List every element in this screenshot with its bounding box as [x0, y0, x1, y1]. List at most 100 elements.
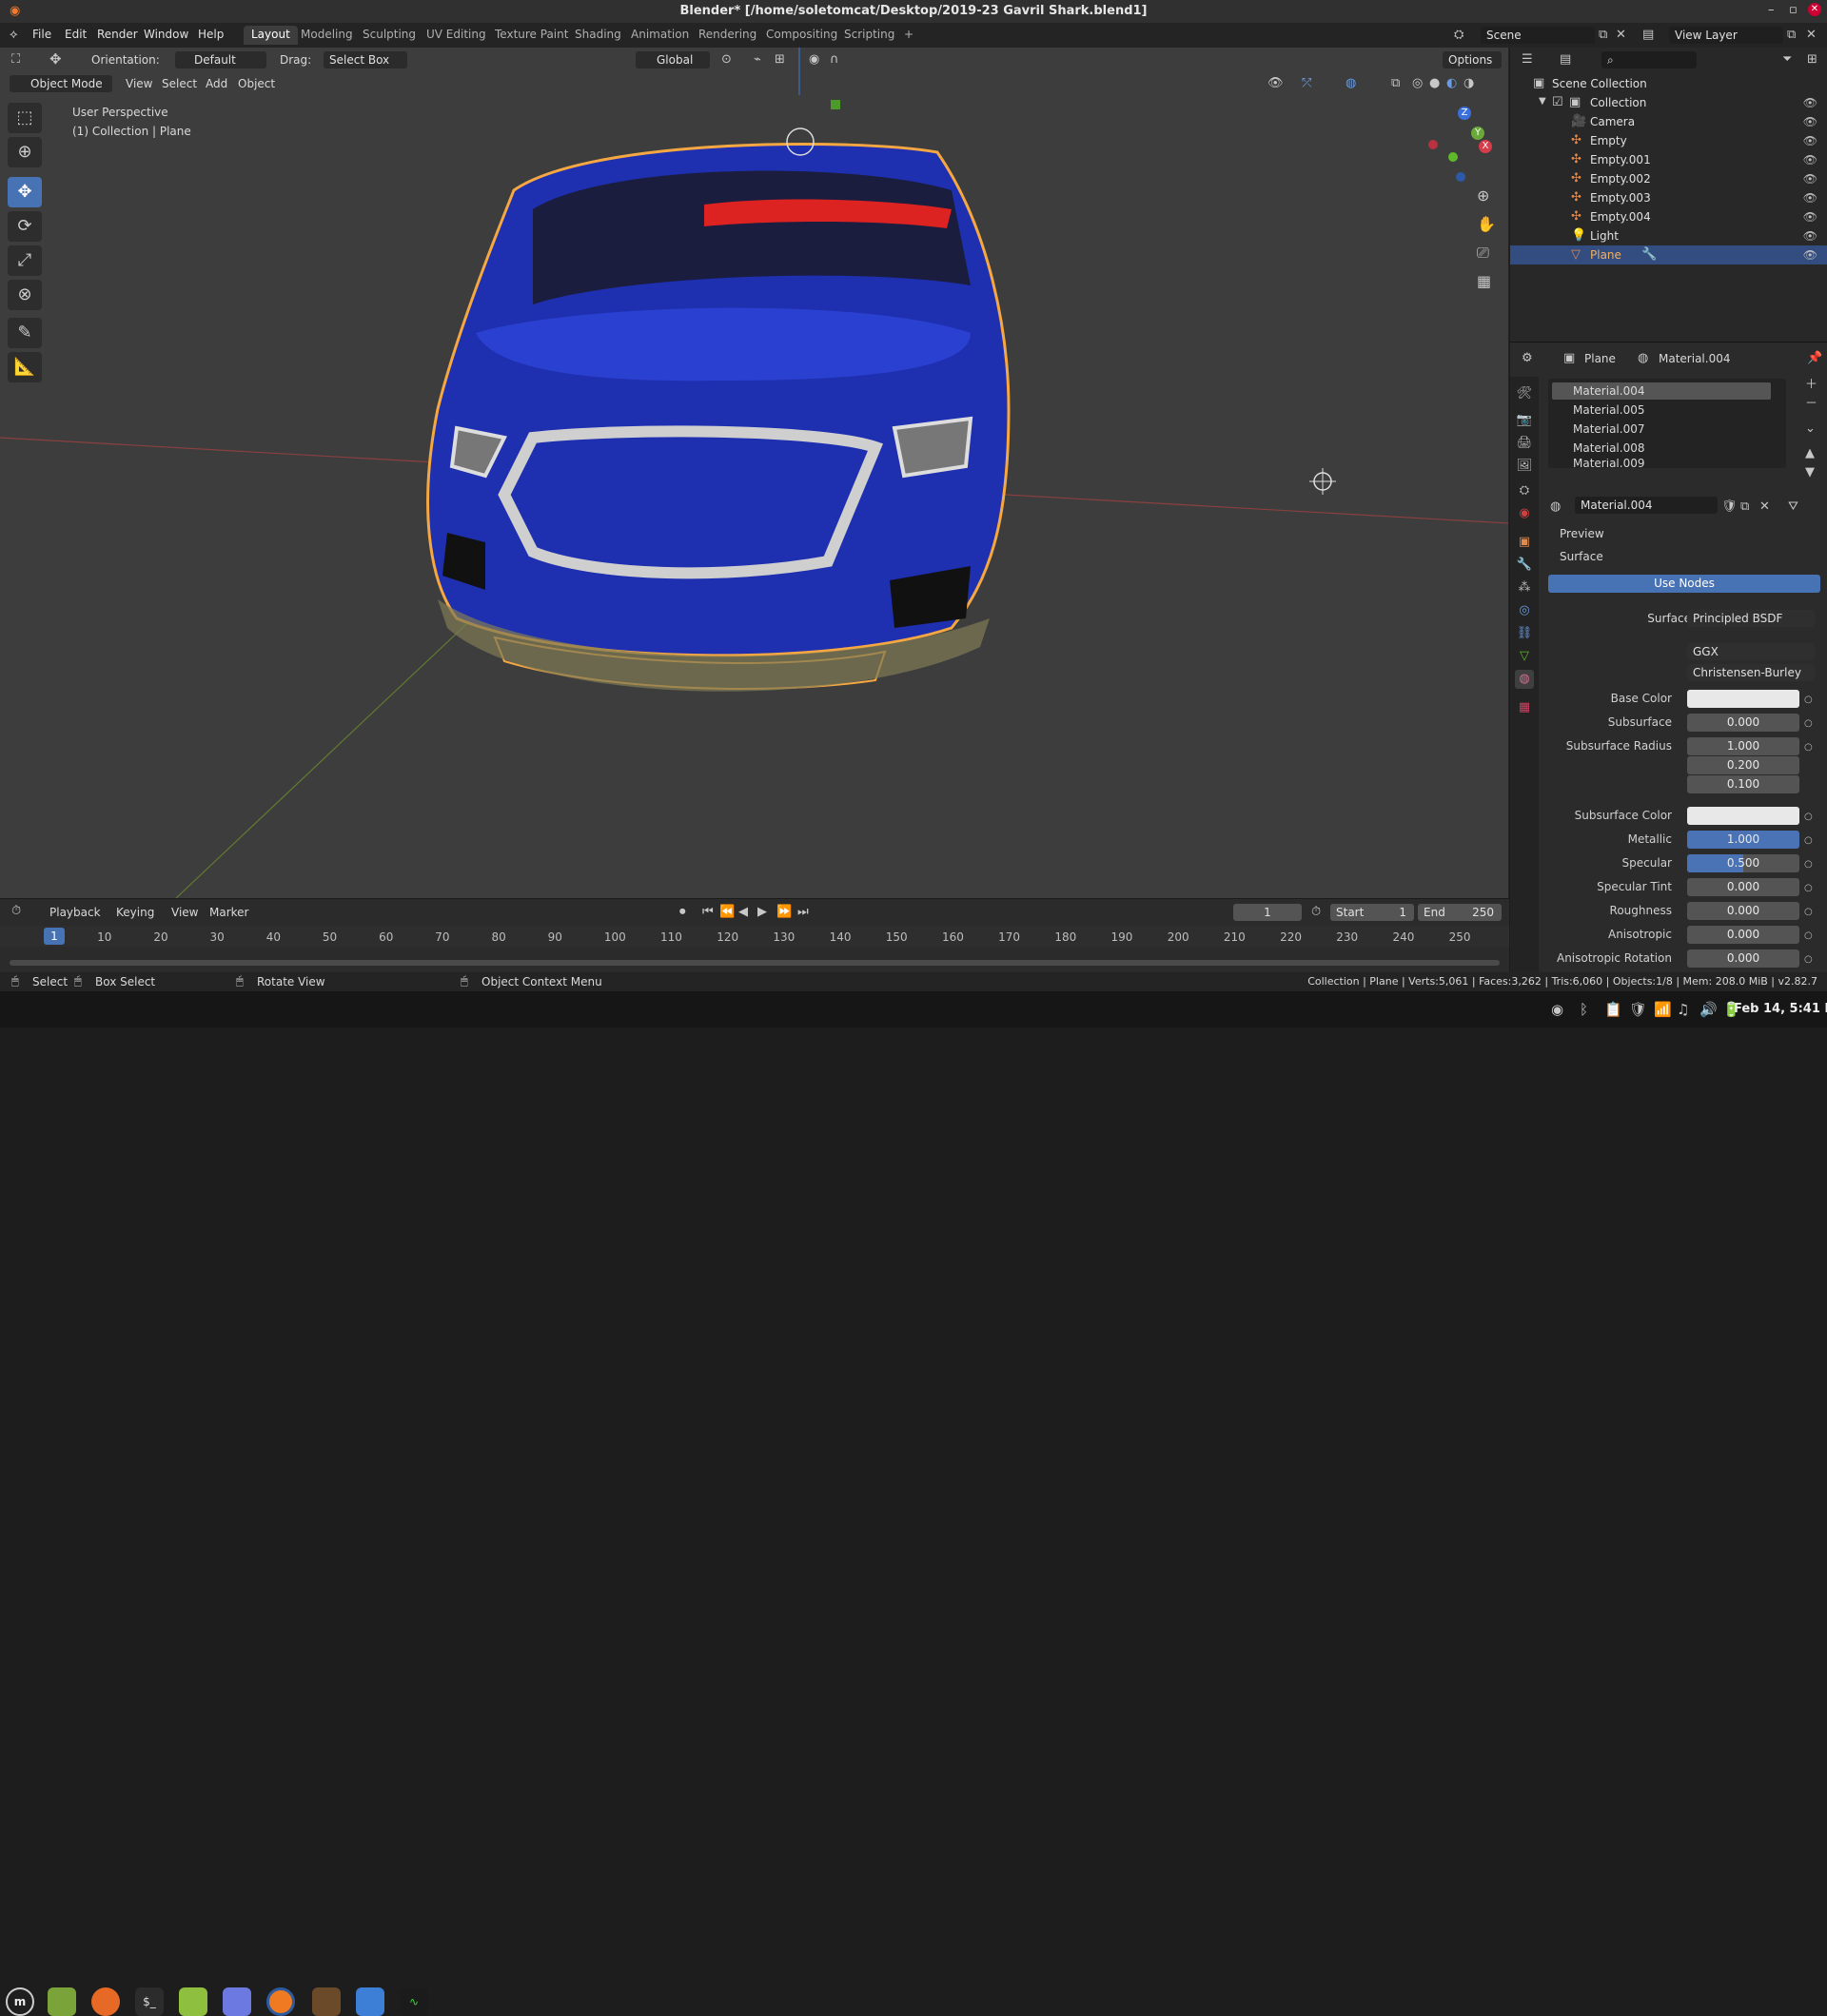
menu-file[interactable]: File	[32, 28, 51, 41]
specular-tint-field[interactable]: 0.000	[1687, 878, 1799, 896]
anisotropic-field[interactable]: 0.000	[1687, 926, 1799, 944]
socket-icon[interactable]: ○	[1804, 742, 1813, 753]
options-dropdown[interactable]: Options	[1443, 51, 1502, 69]
object-mode-dropdown[interactable]: Object Mode	[10, 75, 112, 92]
surface-shader-dropdown[interactable]: Principled BSDF	[1687, 610, 1815, 627]
cursor-tool-icon[interactable]: ⊕	[8, 137, 42, 167]
checkbox-icon[interactable]: ☑	[1552, 96, 1563, 108]
snap-target-icon[interactable]: ⊞	[775, 53, 785, 66]
proportional-edit-icon[interactable]: ◉	[809, 53, 819, 66]
menu-window[interactable]: Window	[144, 28, 188, 41]
browse-material-icon[interactable]: ◍	[1550, 500, 1561, 513]
output-tab-icon[interactable]: 🖨	[1515, 434, 1534, 453]
play-reverse-icon[interactable]: ◀	[738, 906, 748, 918]
view-layer-icon[interactable]: ▤	[1642, 29, 1654, 41]
transform-orientation-dropdown[interactable]: Global	[636, 51, 710, 69]
material-name-field[interactable]: Material.004	[1575, 497, 1718, 514]
preview-panel-header[interactable]: Preview	[1560, 527, 1604, 540]
link-dropdown-icon[interactable]: ⛛	[1788, 500, 1798, 513]
xray-icon[interactable]: ⧉	[1391, 77, 1400, 89]
clock-icon[interactable]: ⏱	[1311, 906, 1321, 918]
delete-view-layer-icon[interactable]: ✕	[1806, 29, 1817, 41]
wifi-icon[interactable]: 📶	[1654, 1003, 1672, 1017]
eye-icon[interactable]: 👁	[1803, 191, 1817, 205]
subsurface-radius-z-field[interactable]: 0.100	[1687, 775, 1799, 793]
constraints-tab-icon[interactable]: ⛓	[1515, 624, 1534, 643]
clipboard-icon[interactable]: 📋	[1604, 1003, 1622, 1017]
tab-layout[interactable]: Layout	[244, 26, 298, 45]
display-mode-icon[interactable]: ▤	[1560, 53, 1571, 66]
tab-sculpting[interactable]: Sculpting	[355, 26, 423, 45]
volume-icon[interactable]: 🔊	[1699, 1003, 1718, 1017]
outliner-scene-collection[interactable]: ▣ Scene Collection	[1510, 74, 1827, 93]
add-slot-icon[interactable]: ＋	[1805, 379, 1817, 391]
blender-menu-icon[interactable]: ⟡	[10, 29, 18, 41]
tab-shading[interactable]: Shading	[567, 26, 629, 45]
material-shading-icon[interactable]: ◐	[1446, 77, 1457, 89]
eye-icon[interactable]: 👁	[1803, 96, 1817, 109]
subsurface-field[interactable]: 0.000	[1687, 714, 1799, 732]
play-icon[interactable]: ▶	[757, 906, 767, 918]
outliner-item-camera[interactable]: 🎥 Camera 👁	[1510, 112, 1827, 131]
maximize-button[interactable]: ▫	[1789, 3, 1798, 17]
pivot-icon[interactable]: ⊙	[721, 53, 732, 66]
socket-icon[interactable]: ○	[1804, 930, 1813, 941]
folder-icon[interactable]	[179, 1987, 207, 2016]
move-down-icon[interactable]: ▼	[1805, 466, 1815, 479]
subsurface-method-dropdown[interactable]: Christensen-Burley	[1687, 664, 1815, 681]
gizmo-x-axis[interactable]: X	[1479, 140, 1492, 153]
menu-render[interactable]: Render	[97, 28, 138, 41]
eye-icon[interactable]: 👁	[1803, 229, 1817, 243]
outliner-collection[interactable]: ▼ ☑ ▣ Collection 👁	[1510, 93, 1827, 112]
tab-scripting[interactable]: Scripting	[836, 26, 902, 45]
bluetooth-icon[interactable]: ᛒ	[1580, 1003, 1588, 1017]
timeline-editor-icon[interactable]: ⏱	[11, 905, 21, 917]
viewport-menu-view[interactable]: View	[126, 77, 152, 90]
timeline-menu-view[interactable]: View	[171, 906, 198, 919]
outliner-item-empty-004[interactable]: ✣ Empty.004 👁	[1510, 207, 1827, 226]
blender-taskbar-icon[interactable]	[266, 1987, 295, 2016]
material-tab-icon[interactable]: ◍	[1515, 670, 1534, 689]
tab-uv-editing[interactable]: UV Editing	[419, 26, 494, 45]
delete-scene-icon[interactable]: ✕	[1616, 29, 1626, 41]
timeline-scrollbar[interactable]	[10, 960, 1500, 966]
move-up-icon[interactable]: ▲	[1805, 447, 1815, 460]
minimize-button[interactable]: –	[1768, 3, 1775, 17]
metallic-field[interactable]: 1.000	[1687, 831, 1799, 849]
material-slot[interactable]: Material.009	[1552, 459, 1771, 468]
outliner-search-input[interactable]: ⌕	[1601, 51, 1697, 69]
outliner-item-empty-003[interactable]: ✣ Empty.003 👁	[1510, 188, 1827, 207]
transform-tool-icon[interactable]: ⊗	[8, 280, 42, 310]
end-frame-field[interactable]: End 250	[1418, 904, 1502, 921]
pan-hand-icon[interactable]: ✋	[1477, 217, 1496, 232]
material-slot[interactable]: Material.005	[1552, 401, 1771, 419]
system-monitor-icon[interactable]: ∿	[400, 1987, 428, 2016]
outliner-item-light[interactable]: 💡 Light 👁	[1510, 226, 1827, 245]
socket-icon[interactable]: ○	[1804, 695, 1813, 705]
tab-compositing[interactable]: Compositing	[758, 26, 845, 45]
socket-icon[interactable]: ○	[1804, 859, 1813, 870]
use-nodes-button[interactable]: Use Nodes	[1548, 575, 1820, 593]
firefox-icon[interactable]	[91, 1987, 120, 2016]
3d-viewport[interactable]: User Perspective (1) Collection | Plane …	[0, 48, 1509, 898]
start-frame-field[interactable]: Start 1	[1330, 904, 1414, 921]
base-color-swatch[interactable]	[1687, 690, 1799, 708]
properties-editor-icon[interactable]: ⚙	[1522, 352, 1533, 364]
discord-tray-icon[interactable]: ◉	[1551, 1003, 1563, 1017]
tab-modeling[interactable]: Modeling	[293, 26, 361, 45]
socket-icon[interactable]: ○	[1804, 954, 1813, 965]
roughness-field[interactable]: 0.000	[1687, 902, 1799, 920]
transform-tool-icon[interactable]: ✥	[49, 52, 62, 67]
ortho-grid-icon[interactable]: ▦	[1477, 274, 1491, 289]
unlink-material-icon[interactable]: ✕	[1759, 500, 1770, 513]
socket-icon[interactable]: ○	[1804, 907, 1813, 917]
shield-icon[interactable]: 🛡	[1629, 1003, 1647, 1017]
scene-icon[interactable]: ⛭	[1454, 29, 1464, 41]
close-button[interactable]: ✕	[1808, 3, 1821, 16]
menu-edit[interactable]: Edit	[65, 28, 87, 41]
minecraft-icon[interactable]	[312, 1987, 341, 2016]
scale-tool-icon[interactable]: ⤢	[8, 245, 42, 276]
scene-selector[interactable]: Scene	[1481, 27, 1595, 44]
timeline-menu-keying[interactable]: Keying	[116, 906, 154, 919]
jump-start-icon[interactable]: ⏮	[702, 906, 714, 918]
